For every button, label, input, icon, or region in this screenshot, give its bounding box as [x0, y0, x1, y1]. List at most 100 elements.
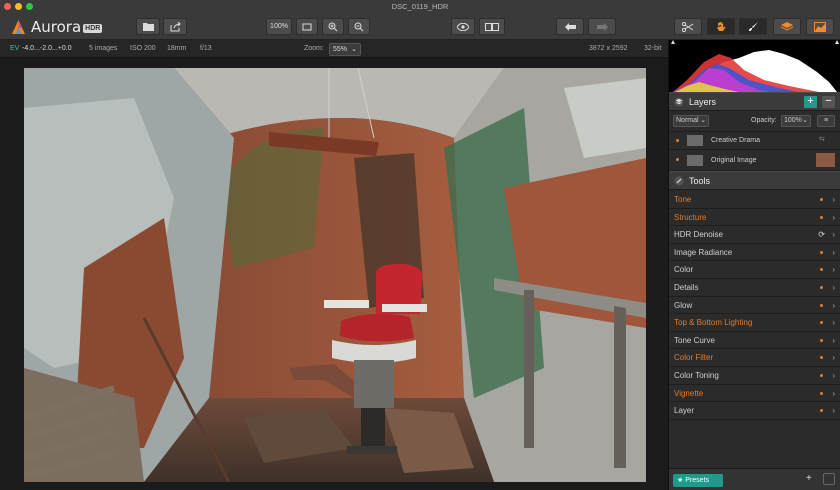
undo-arrow-icon — [564, 22, 576, 31]
redo-arrow-icon — [596, 22, 608, 31]
zoom-select-value: 55% — [333, 46, 348, 53]
opacity-select[interactable]: 100% ⌄ — [781, 115, 811, 127]
tool-item[interactable]: Details › — [669, 279, 840, 297]
zoom-out-button[interactable] — [348, 18, 370, 35]
tool-item[interactable]: HDR Denoise ⟳ › — [669, 226, 840, 244]
blend-mode-select[interactable]: Normal ⌄ — [673, 115, 709, 127]
tool-enabled-dot[interactable] — [820, 286, 823, 289]
brush-tool-button[interactable] — [739, 18, 767, 35]
chevron-right-icon[interactable]: › — [832, 226, 835, 243]
tool-item[interactable]: Layer › — [669, 402, 840, 420]
tool-enabled-dot[interactable] — [820, 215, 823, 219]
add-layer-button[interactable]: + — [804, 96, 817, 108]
refresh-icon[interactable]: ⟳ — [818, 226, 825, 243]
zoom-select[interactable]: 55% ⌄ — [329, 43, 361, 56]
chevron-right-icon[interactable]: › — [832, 244, 835, 261]
app-name: Aurora — [31, 18, 82, 36]
histogram-toggle-button[interactable] — [806, 18, 834, 35]
chevron-right-icon[interactable]: › — [832, 191, 835, 208]
chevron-right-icon[interactable]: › — [832, 279, 835, 296]
zoom-in-button[interactable] — [322, 18, 344, 35]
tool-item[interactable]: Color Toning › — [669, 367, 840, 385]
compare-button[interactable] — [479, 18, 505, 35]
zoom-in-icon — [328, 22, 338, 31]
tool-enabled-dot[interactable] — [820, 338, 823, 342]
opacity-value: 100% — [784, 117, 802, 124]
tool-enabled-dot[interactable] — [820, 321, 823, 325]
app-logo: Aurora HDR — [10, 16, 103, 38]
close-window-button[interactable] — [4, 3, 11, 10]
image-canvas[interactable] — [0, 58, 668, 490]
tool-item[interactable]: Color Filter › — [669, 349, 840, 367]
tool-enabled-dot[interactable] — [820, 250, 823, 254]
chevron-right-icon[interactable]: › — [832, 209, 835, 226]
tool-enabled-dot[interactable] — [820, 374, 823, 377]
layer-settings-icon[interactable]: ⇆ — [819, 135, 825, 143]
layer-item[interactable]: Original Image — [669, 150, 840, 171]
layer-item[interactable]: Creative Drama ⇆ — [669, 132, 840, 150]
tool-label: Color Toning — [674, 371, 719, 380]
tool-item[interactable]: Tone › — [669, 191, 840, 209]
layer-visibility-dot[interactable] — [676, 158, 679, 161]
chevron-right-icon[interactable]: › — [832, 297, 835, 314]
tool-item[interactable]: Top & Bottom Lighting › — [669, 314, 840, 332]
layer-menu-button[interactable]: ≡ — [817, 115, 835, 127]
tool-enabled-dot[interactable] — [820, 303, 823, 307]
tool-enabled-dot[interactable] — [820, 391, 823, 395]
preset-grid-button[interactable] — [823, 473, 835, 485]
fit-screen-button[interactable] — [296, 18, 318, 35]
chevron-right-icon[interactable]: › — [832, 385, 835, 402]
tool-label: Color — [674, 265, 694, 275]
tool-item[interactable]: Color › — [669, 261, 840, 279]
aurora-logo-icon — [12, 19, 25, 34]
tool-enabled-dot[interactable] — [820, 268, 823, 272]
tool-enabled-dot[interactable] — [820, 198, 823, 201]
layer-visibility-dot[interactable] — [676, 139, 679, 142]
hand-icon — [717, 22, 726, 31]
chevron-right-icon[interactable]: › — [832, 402, 835, 419]
zoom-window-button[interactable] — [26, 3, 33, 10]
remove-layer-button[interactable]: − — [822, 96, 835, 108]
chevron-down-icon: ⌄ — [700, 117, 706, 124]
open-button[interactable] — [136, 18, 160, 35]
tool-item[interactable]: Vignette › — [669, 385, 840, 403]
folder-icon — [142, 23, 154, 31]
share-button[interactable] — [163, 18, 187, 35]
tool-label: Layer — [674, 406, 695, 416]
focal-length: 18mm — [167, 45, 187, 52]
app-window: DSC_0119_HDR Aurora HDR 100% EV -4.0...-… — [0, 0, 840, 490]
eye-icon — [457, 22, 469, 31]
mask-tool-button[interactable] — [674, 18, 702, 35]
tool-enabled-dot[interactable] — [820, 409, 823, 413]
tool-label: Top & Bottom Lighting — [674, 318, 753, 328]
chevron-right-icon[interactable]: › — [832, 314, 835, 331]
undo-button[interactable] — [556, 18, 584, 35]
layers-panel-header[interactable]: Layers + − — [669, 92, 840, 111]
split-view-icon — [485, 22, 499, 31]
add-preset-button[interactable]: + — [806, 473, 812, 484]
tool-item[interactable]: Glow › — [669, 297, 840, 315]
opacity-label: Opacity: — [751, 117, 777, 124]
hdr-photo — [24, 68, 646, 482]
tool-item[interactable]: Tone Curve › — [669, 332, 840, 350]
redo-button[interactable] — [588, 18, 616, 35]
layers-toggle-button[interactable] — [773, 18, 801, 35]
tool-label: Details — [674, 283, 699, 292]
tools-panel-header[interactable]: Tools — [669, 171, 840, 190]
tools-title: Tools — [689, 176, 711, 186]
chevron-right-icon[interactable]: › — [832, 261, 835, 278]
main-toolbar: Aurora HDR 100% — [0, 13, 840, 40]
tool-enabled-dot[interactable] — [820, 356, 823, 360]
bit-depth: 32-bit — [644, 45, 662, 52]
tool-item[interactable]: Structure › — [669, 209, 840, 227]
chevron-right-icon[interactable]: › — [832, 349, 835, 366]
chevron-right-icon[interactable]: › — [832, 367, 835, 384]
zoom-100-button[interactable]: 100% — [266, 18, 292, 35]
preview-button[interactable] — [451, 18, 475, 35]
aperture-value: f/13 — [200, 45, 212, 52]
hand-tool-button[interactable] — [707, 18, 735, 35]
chevron-right-icon[interactable]: › — [832, 332, 835, 349]
presets-button[interactable]: ★ Presets — [673, 474, 723, 487]
minimize-window-button[interactable] — [15, 3, 22, 10]
tool-item[interactable]: Image Radiance › — [669, 244, 840, 262]
